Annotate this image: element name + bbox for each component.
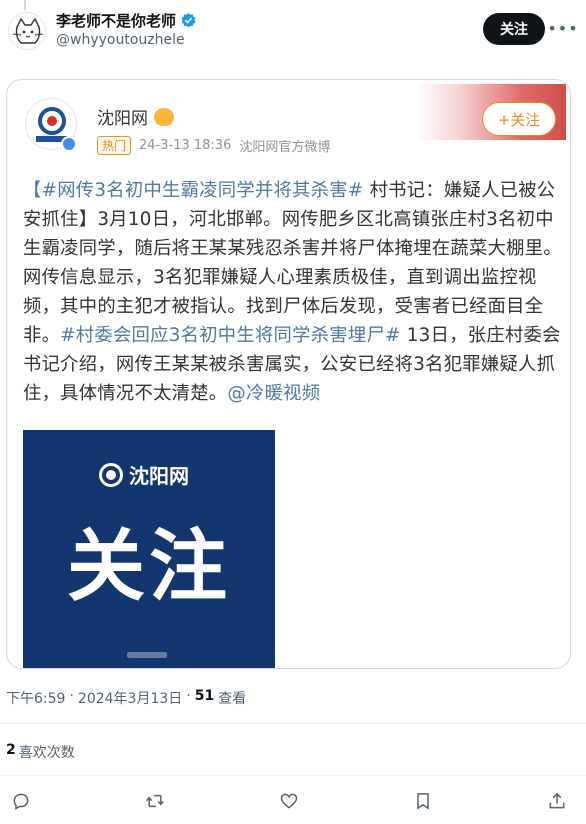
source-name: 沈阳网 <box>97 104 174 129</box>
post-timestamp: 下午6:59 · 2024年3月13日 · 51 查看 <box>6 688 246 708</box>
views-label: 查看 <box>218 691 247 707</box>
heart-icon <box>280 793 298 809</box>
image-logo-text: 沈阳网 <box>129 464 189 488</box>
separator: · <box>69 688 74 704</box>
source-name-text: 沈阳网 <box>97 109 148 129</box>
source-via: 沈阳网官方微博 <box>239 140 331 155</box>
image-logo-icon <box>99 462 123 487</box>
share-button[interactable] <box>544 788 570 814</box>
action-bar <box>0 788 586 814</box>
likes-count: 2 <box>6 742 16 758</box>
source-meta: 热门 24-3-13 18:36 沈阳网官方微博 <box>97 136 330 155</box>
repost-icon <box>146 794 164 808</box>
emoji-icon <box>154 107 174 126</box>
verified-badge-icon <box>181 13 196 28</box>
follow-button[interactable]: 关注 <box>483 13 545 45</box>
separator: · <box>186 688 191 704</box>
likes-label: 喜欢次数 <box>18 745 75 761</box>
author-display-name[interactable]: 李老师不是你老师 <box>56 10 176 31</box>
source-verified-icon <box>61 136 77 152</box>
post-time[interactable]: 下午6:59 <box>6 688 65 708</box>
author-handle[interactable]: @whyyoutouzhele <box>56 32 185 48</box>
image-watermark <box>127 652 167 658</box>
tweet-header: 李老师不是你老师 @whyyoutouzhele 关注 ••• <box>0 0 586 60</box>
author-name[interactable]: 李老师不是你老师 <box>56 10 197 31</box>
post-date[interactable]: 2024年3月13日 <box>78 688 182 708</box>
mention-link: @冷暖视频 <box>227 383 321 404</box>
reply-icon <box>13 793 29 810</box>
image-logo: 沈阳网 <box>99 460 189 489</box>
divider <box>0 775 586 776</box>
author-avatar[interactable] <box>8 12 46 50</box>
post-image: 沈阳网 关注 <box>23 430 275 668</box>
reply-button[interactable] <box>8 788 34 814</box>
like-button[interactable] <box>276 788 302 814</box>
repost-button[interactable] <box>142 788 168 814</box>
more-options-button[interactable]: ••• <box>547 16 577 40</box>
likes-summary[interactable]: 2 喜欢次数 <box>6 742 75 762</box>
share-icon <box>549 792 565 809</box>
hashtag-2: #村委会回应3名初中生将同学杀害埋尸# <box>60 325 401 346</box>
post-text: 【#网传3名初中生霸凌同学并将其杀害# 村书记：嫌疑人已被公安抓住】3月10日，… <box>23 176 563 408</box>
image-title: 关注 <box>66 522 231 612</box>
attached-screenshot[interactable]: 沈阳网 热门 24-3-13 18:36 沈阳网官方微博 +关注 【#网传3名初… <box>6 79 571 669</box>
cat-drawing-icon <box>12 17 44 44</box>
source-date: 24-3-13 18:36 <box>139 138 232 153</box>
bookmark-icon <box>417 793 429 810</box>
divider <box>0 723 586 724</box>
hashtag-1: 【#网传3名初中生霸凌同学并将其杀害# <box>23 180 364 201</box>
weibo-post: 沈阳网 热门 24-3-13 18:36 沈阳网官方微博 +关注 【#网传3名初… <box>11 84 566 668</box>
more-icon: ••• <box>547 18 579 38</box>
source-follow-button: +关注 <box>482 102 556 136</box>
bookmark-button[interactable] <box>410 788 436 814</box>
post-text-part-1: 村书记：嫌疑人已被公安抓住】3月10日，河北邯郸。网传肥乡区北高镇张庄村3名初中… <box>23 180 562 346</box>
views-count: 51 <box>194 688 215 704</box>
hot-badge: 热门 <box>97 136 132 155</box>
